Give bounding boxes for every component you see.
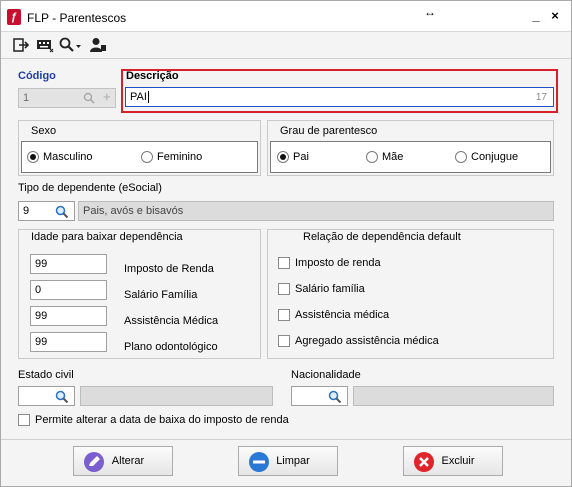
radio-pai-label: Pai (293, 151, 309, 163)
tipo-dependente-description: Pais, avós e bisavós (78, 201, 554, 221)
search-icon[interactable] (328, 390, 342, 403)
nacionalidade-label: Nacionalidade (291, 369, 361, 381)
radio-dot (455, 151, 467, 163)
radio-masculino[interactable]: Masculino (27, 151, 93, 163)
limpar-button-label: Limpar (276, 455, 310, 467)
descricao-label: Descrição (126, 70, 179, 82)
check-permite-alterar-data-label: Permite alterar a data de baixa do impos… (35, 414, 289, 426)
codigo-field: 1 + (18, 88, 116, 108)
grau-title: Grau de parentesco (278, 125, 380, 137)
add-icon: + (103, 89, 111, 104)
excluir-button[interactable]: Excluir (403, 446, 503, 476)
check-imposto-renda-label: Imposto de renda (295, 257, 381, 269)
check-assistencia-medica-label: Assistência médica (295, 309, 390, 321)
resize-arrows-icon[interactable]: ↔ (424, 5, 436, 19)
app-logo-icon: ƒ (7, 9, 21, 25)
checkbox-box (278, 309, 290, 321)
edit-pencil-icon (84, 452, 104, 472)
radio-conjugue[interactable]: Conjugue (455, 151, 518, 163)
search-icon[interactable] (55, 390, 69, 403)
idade-title: Idade para baixar dependência (29, 231, 185, 243)
delete-x-icon (414, 452, 434, 472)
radio-dot (141, 151, 153, 163)
estado-civil-label: Estado civil (18, 369, 74, 381)
check-salario-familia-label: Salário família (295, 283, 365, 295)
idade-salario-familia-label: Salário Família (124, 289, 198, 301)
nacionalidade-description (353, 386, 554, 406)
idade-plano-odontologico-input[interactable]: 99 (30, 332, 107, 352)
close-button[interactable]: × (547, 7, 563, 25)
toolbar-separator (1, 58, 571, 59)
radio-dot (277, 151, 289, 163)
tipo-dependente-label: Tipo de dependente (eSocial) (18, 182, 162, 194)
limpar-button[interactable]: Limpar (238, 446, 338, 476)
check-agregado-assistencia[interactable]: Agregado assistência médica (278, 335, 439, 347)
descricao-char-counter: 17 (535, 92, 547, 103)
check-salario-familia[interactable]: Salário família (278, 283, 365, 295)
nacionalidade-code-input[interactable] (291, 386, 348, 406)
keyboard-icon[interactable] (36, 37, 54, 53)
estado-civil-description (80, 386, 273, 406)
radio-mae[interactable]: Mãe (366, 151, 403, 163)
minimize-button[interactable]: _ (528, 7, 544, 25)
checkbox-box (278, 283, 290, 295)
checkbox-box (278, 257, 290, 269)
title-bar: ƒ FLP - Parentescos ↔ _ × (1, 1, 571, 32)
window-title: FLP - Parentescos (27, 11, 127, 25)
alterar-button[interactable]: Alterar (73, 446, 173, 476)
check-imposto-renda[interactable]: Imposto de renda (278, 257, 381, 269)
radio-conjugue-label: Conjugue (471, 151, 519, 163)
checkbox-box (278, 335, 290, 347)
toolbar (1, 32, 571, 58)
radio-pai[interactable]: Pai (277, 151, 309, 163)
descricao-value: PAI (130, 91, 147, 103)
idade-assistencia-medica-label: Assistência Médica (124, 315, 219, 327)
idade-salario-familia-input[interactable]: 0 (30, 280, 107, 300)
radio-feminino-label: Feminino (157, 151, 203, 163)
parentescos-window: ƒ FLP - Parentescos ↔ _ × Código 1 + Des… (0, 0, 572, 487)
relacao-title: Relação de dependência default (301, 231, 463, 243)
descricao-input[interactable]: PAI 17 (125, 87, 554, 107)
idade-imposto-renda-label: Imposto de Renda (124, 263, 214, 275)
idade-assistencia-medica-input[interactable]: 99 (30, 306, 107, 326)
search-icon[interactable] (55, 205, 69, 218)
clear-minus-icon (249, 452, 269, 472)
idade-salario-familia-value: 0 (35, 284, 42, 296)
radio-dot (27, 151, 39, 163)
idade-assistencia-medica-value: 99 (35, 310, 48, 322)
radio-dot (366, 151, 378, 163)
idade-imposto-renda-value: 99 (35, 258, 48, 270)
radio-mae-label: Mãe (382, 151, 404, 163)
search-dropdown-icon[interactable] (59, 37, 83, 53)
radio-masculino-label: Masculino (43, 151, 93, 163)
exit-icon[interactable] (13, 37, 29, 53)
footer-separator (1, 439, 571, 440)
tipo-dependente-description-text: Pais, avós e bisavós (83, 205, 184, 217)
sexo-title: Sexo (29, 125, 59, 137)
tipo-dependente-code: 9 (23, 205, 30, 217)
estado-civil-code-input[interactable] (18, 386, 75, 406)
check-assistencia-medica[interactable]: Assistência médica (278, 309, 389, 321)
codigo-label: Código (18, 70, 56, 82)
idade-imposto-renda-input[interactable]: 99 (30, 254, 107, 274)
tipo-dependente-code-input[interactable]: 9 (18, 201, 75, 221)
idade-plano-odontologico-label: Plano odontológico (124, 341, 218, 353)
search-icon (83, 92, 95, 104)
alterar-button-label: Alterar (111, 455, 145, 467)
excluir-button-label: Excluir (441, 455, 475, 467)
radio-feminino[interactable]: Feminino (141, 151, 202, 163)
check-agregado-assistencia-label: Agregado assistência médica (295, 335, 439, 347)
check-permite-alterar-data[interactable]: Permite alterar a data de baixa do impos… (18, 414, 289, 426)
checkbox-box (18, 414, 30, 426)
idade-plano-odontologico-value: 99 (35, 336, 48, 348)
user-icon[interactable] (89, 37, 107, 53)
codigo-value: 1 (23, 92, 30, 104)
